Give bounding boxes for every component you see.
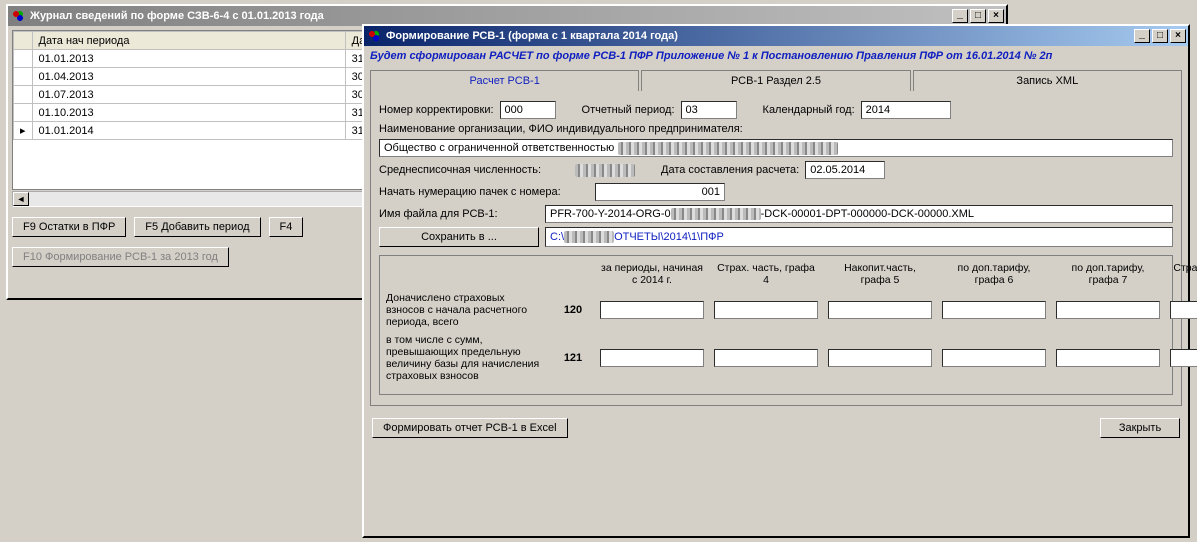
row120-desc: Доначислено страховых взносов с начала р… — [386, 292, 546, 328]
row-120: Доначислено страховых взносов с начала р… — [386, 292, 1166, 328]
tabstrip: Расчет РСВ-1 РСВ-1 Раздел 2.5 Запись XML — [370, 70, 1182, 91]
input-year[interactable] — [861, 101, 951, 119]
row120-c5[interactable] — [1056, 301, 1160, 319]
row121-c2[interactable] — [714, 349, 818, 367]
savepath-a: C:\ — [550, 231, 564, 243]
orgname-prefix: Общество с ограниченной ответственностью — [384, 142, 614, 154]
form-panel: Номер корректировки: Отчетный период: Ка… — [370, 91, 1182, 406]
saveas-button[interactable]: Сохранить в ... — [379, 227, 539, 247]
label-calcdate: Дата составления расчета: — [661, 164, 799, 176]
col-oms: Страх.взносы ОМС, графа 8 — [1170, 262, 1197, 286]
tab-xml[interactable]: Запись XML — [913, 70, 1182, 91]
row-mark — [14, 104, 33, 122]
row120-code: 120 — [556, 304, 590, 316]
col-funded: Накопит.часть, графа 5 — [828, 262, 932, 286]
close-form-button[interactable]: Закрыть — [1100, 418, 1180, 438]
label-orgname: Наименование организации, ФИО индивидуал… — [379, 123, 743, 135]
rsv-titlebar: Формирование РСВ-1 (форма с 1 квартала 2… — [364, 26, 1188, 46]
input-orgname[interactable]: Общество с ограниченной ответственностью — [379, 139, 1173, 157]
minimize-button[interactable]: _ — [952, 9, 968, 23]
notice-text: Будет сформирован РАСЧЕТ по форме РСВ-1 … — [370, 50, 1182, 62]
label-avg: Среднесписочная численность: — [379, 164, 569, 176]
app-icon — [10, 8, 26, 24]
row-mark — [14, 68, 33, 86]
row-mark: ▸ — [14, 122, 33, 140]
row-orgname-label: Наименование организации, ФИО индивидуал… — [379, 123, 1173, 135]
label-filename: Имя файла для РСВ-1: — [379, 208, 539, 220]
row-saveas: Сохранить в ... C:\ ОТЧЕТЫ\2014\1\ПФР — [379, 227, 1173, 247]
col-addtariff7: по доп.тарифу, графа 7 — [1056, 262, 1160, 286]
label-correction: Номер корректировки: — [379, 104, 494, 116]
tab-section25[interactable]: РСВ-1 Раздел 2.5 — [641, 70, 910, 91]
row121-desc: в том числе с сумм, превышающих предельн… — [386, 334, 546, 382]
row121-c5[interactable] — [1056, 349, 1160, 367]
maximize-button[interactable]: □ — [1152, 29, 1168, 43]
filename-redacted — [671, 208, 761, 220]
row120-c2[interactable] — [714, 301, 818, 319]
savepath-box[interactable]: C:\ ОТЧЕТЫ\2014\1\ПФР — [545, 227, 1173, 247]
tab-rsv1[interactable]: Расчет РСВ-1 — [370, 70, 639, 91]
row-orgname-value: Общество с ограниченной ответственностью — [379, 139, 1173, 157]
row121-c4[interactable] — [942, 349, 1046, 367]
excel-button[interactable]: Формировать отчет РСВ-1 в Excel — [372, 418, 568, 438]
row-avg: Среднесписочная численность: Дата состав… — [379, 161, 1173, 179]
cell-start: 01.07.2013 — [32, 86, 345, 104]
row121-code: 121 — [556, 352, 590, 364]
col-periods: за периоды, начиная с 2014 г. — [600, 262, 704, 286]
savepath-b: ОТЧЕТЫ\2014\1\ПФР — [614, 231, 724, 243]
filename-part-a: PFR-700-Y-2014-ORG-0 — [550, 208, 671, 220]
f10-button: F10 Формирование РСВ-1 за 2013 год — [12, 247, 229, 267]
row121-c6[interactable] — [1170, 349, 1197, 367]
scroll-left-icon[interactable]: ◄ — [13, 192, 29, 206]
rsv-title: Формирование РСВ-1 (форма с 1 квартала 2… — [386, 30, 678, 42]
row-mark — [14, 50, 33, 68]
cell-start: 01.01.2014 — [32, 122, 345, 140]
label-year: Календарный год: — [763, 104, 855, 116]
row-mark — [14, 86, 33, 104]
input-avg-redacted — [575, 161, 645, 179]
input-period[interactable] — [681, 101, 737, 119]
row-121: в том числе с сумм, превышающих предельн… — [386, 334, 1166, 382]
minimize-button[interactable]: _ — [1134, 29, 1150, 43]
close-button[interactable]: × — [988, 9, 1004, 23]
col-addtariff6: по доп.тарифу, графа 6 — [942, 262, 1046, 286]
input-startnum[interactable] — [595, 183, 725, 201]
row120-c6[interactable] — [1170, 301, 1197, 319]
row120-c3[interactable] — [828, 301, 932, 319]
col-insurance: Страх. часть, графа 4 — [714, 262, 818, 286]
app-icon — [366, 28, 382, 44]
contrib-headers: за периоды, начиная с 2014 г. Страх. час… — [386, 262, 1166, 286]
label-startnum: Начать нумерацию пачек с номера: — [379, 186, 589, 198]
close-button[interactable]: × — [1170, 29, 1186, 43]
grid-header-mark — [14, 32, 33, 50]
row120-c1[interactable] — [600, 301, 704, 319]
row121-c1[interactable] — [600, 349, 704, 367]
cell-start: 01.01.2013 — [32, 50, 345, 68]
cell-start: 01.04.2013 — [32, 68, 345, 86]
savepath-redacted — [564, 231, 614, 243]
journal-title: Журнал сведений по форме СЗВ-6-4 с 01.01… — [30, 10, 324, 22]
f9-button[interactable]: F9 Остатки в ПФР — [12, 217, 126, 237]
journal-titlebar: Журнал сведений по форме СЗВ-6-4 с 01.01… — [8, 6, 1006, 26]
row-filename: Имя файла для РСВ-1: PFR-700-Y-2014-ORG-… — [379, 205, 1173, 223]
label-period: Отчетный период: — [582, 104, 675, 116]
orgname-redacted — [618, 142, 838, 155]
bottom-bar: Формировать отчет РСВ-1 в Excel Закрыть — [364, 410, 1188, 446]
input-correction[interactable] — [500, 101, 556, 119]
f5-button[interactable]: F5 Добавить период — [134, 217, 260, 237]
rsv-window: Формирование РСВ-1 (форма с 1 квартала 2… — [362, 24, 1190, 538]
filename-part-b: -DCK-00001-DPT-000000-DCK-00000.XML — [761, 208, 974, 220]
cell-start: 01.10.2013 — [32, 104, 345, 122]
maximize-button[interactable]: □ — [970, 9, 986, 23]
f4-button[interactable]: F4 — [269, 217, 304, 237]
input-calcdate[interactable] — [805, 161, 885, 179]
row120-c4[interactable] — [942, 301, 1046, 319]
contrib-grid: за периоды, начиная с 2014 г. Страх. час… — [379, 255, 1173, 395]
row-correction: Номер корректировки: Отчетный период: Ка… — [379, 101, 1173, 119]
input-filename[interactable]: PFR-700-Y-2014-ORG-0 -DCK-00001-DPT-0000… — [545, 205, 1173, 223]
row121-c3[interactable] — [828, 349, 932, 367]
grid-header-start: Дата нач периода — [32, 32, 345, 50]
row-startnum: Начать нумерацию пачек с номера: — [379, 183, 1173, 201]
